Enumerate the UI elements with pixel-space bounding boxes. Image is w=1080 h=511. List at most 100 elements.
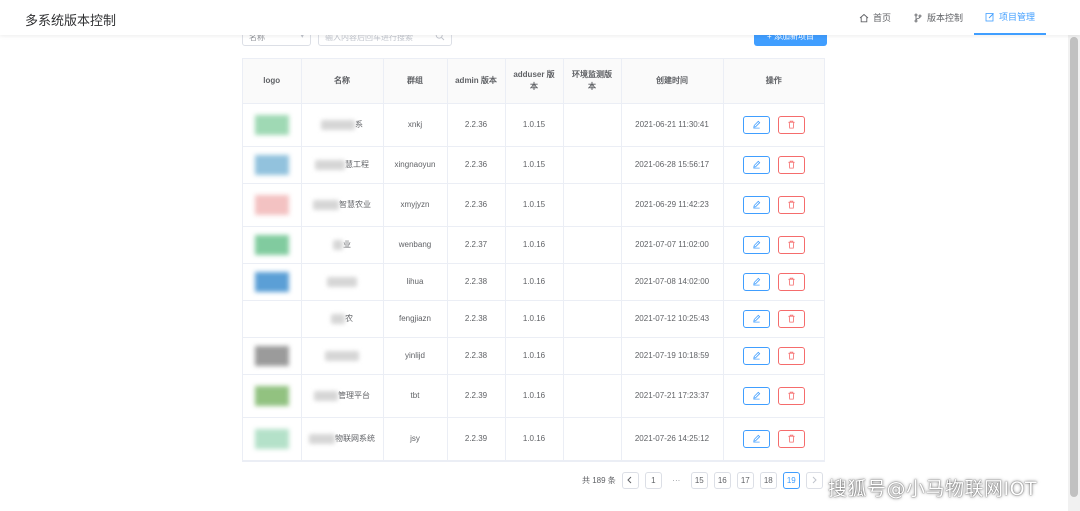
trash-icon: [788, 120, 795, 129]
column-header[interactable]: adduser 版本: [505, 59, 564, 104]
main-nav: 首页 版本控制 项目管理: [848, 0, 1046, 35]
delete-button[interactable]: [777, 386, 805, 405]
delete-button[interactable]: [777, 429, 805, 448]
table-row: 农 fengjiazn 2.2.38 1.0.16 2021-07-12 10:25:4…: [243, 300, 824, 338]
edit-icon: [752, 120, 760, 129]
edit-button[interactable]: [742, 429, 770, 448]
env-version-cell: [563, 183, 622, 227]
adduser-version-cell: 1.0.16: [505, 226, 564, 264]
env-version-cell: [563, 263, 622, 301]
adduser-version-cell: 1.0.16: [505, 263, 564, 301]
group-cell: yinlijd: [383, 337, 448, 375]
delete-button[interactable]: [777, 235, 805, 254]
redacted-name: [309, 433, 335, 444]
delete-button[interactable]: [777, 155, 805, 174]
name-cell: 业: [301, 226, 384, 264]
edit-button[interactable]: [742, 155, 770, 174]
logo-cell: [243, 103, 302, 147]
column-header[interactable]: 操作: [723, 59, 824, 104]
page-button[interactable]: 1: [644, 471, 662, 489]
project-name: 业: [343, 239, 351, 249]
logo-cell: [243, 417, 302, 461]
page-button[interactable]: 19: [782, 471, 800, 489]
table-row: 业 wenbang 2.2.37 1.0.16 2021-07-07 11:02:00: [243, 226, 824, 264]
row-actions: [728, 346, 821, 365]
adduser-version-cell: 1.0.15: [505, 183, 564, 227]
project-logo: [254, 308, 289, 329]
delete-button[interactable]: [777, 195, 805, 214]
delete-button[interactable]: [777, 272, 805, 291]
created-time-cell: 2021-07-12 10:25:43: [621, 300, 724, 338]
edit-icon: [752, 351, 760, 360]
row-actions: [728, 155, 821, 174]
column-header[interactable]: logo: [243, 59, 302, 104]
projects-table: logo 名称 群组 admin 版本 adduser 版本 环境监测版本 创建…: [242, 58, 825, 462]
env-version-cell: [563, 417, 622, 461]
group-cell: wenbang: [383, 226, 448, 264]
trash-icon: [788, 391, 795, 400]
edit-button[interactable]: [742, 346, 770, 365]
page-button[interactable]: 17: [736, 471, 754, 489]
edit-icon: [752, 314, 760, 323]
trash-icon: [788, 240, 795, 249]
adduser-version-cell: 1.0.16: [505, 417, 564, 461]
redacted-name: [315, 159, 345, 170]
env-version-cell: [563, 337, 622, 375]
delete-button[interactable]: [777, 115, 805, 134]
nav-item-home[interactable]: 首页: [848, 0, 902, 35]
delete-button[interactable]: [777, 309, 805, 328]
group-cell: xingnaoyun: [383, 146, 448, 184]
scrollbar-thumb[interactable]: [1070, 37, 1078, 497]
env-version-cell: [563, 374, 622, 418]
logo-cell: [243, 226, 302, 264]
page-ellipsis[interactable]: ···: [667, 471, 685, 489]
table-row: 智慧农业 xmyjyzn 2.2.36 1.0.15 2021-06-29 11:42:…: [243, 183, 824, 227]
edit-icon: [752, 240, 760, 249]
logo-cell: [243, 263, 302, 301]
project-logo: [254, 271, 289, 292]
next-page-button[interactable]: [805, 471, 823, 489]
edit-button[interactable]: [742, 272, 770, 291]
prev-page-button[interactable]: [621, 471, 639, 489]
created-time-cell: 2021-07-19 10:18:59: [621, 337, 724, 375]
edit-button[interactable]: [742, 195, 770, 214]
table-row: yinlijd 2.2.38 1.0.16 2021-07-19 10:18:59: [243, 337, 824, 375]
column-header[interactable]: 环境监测版本: [563, 59, 622, 104]
delete-button[interactable]: [777, 346, 805, 365]
page-button[interactable]: 18: [759, 471, 777, 489]
created-time-cell: 2021-07-07 11:02:00: [621, 226, 724, 264]
project-name: 农: [345, 313, 353, 323]
edit-button[interactable]: [742, 309, 770, 328]
column-header[interactable]: 群组: [383, 59, 448, 104]
logo-cell: [243, 183, 302, 227]
edit-button[interactable]: [742, 235, 770, 254]
nav-item-label: 首页: [872, 13, 891, 23]
actions-cell: [723, 263, 824, 301]
page-button[interactable]: 16: [713, 471, 731, 489]
project-logo: [254, 234, 289, 255]
row-actions: [728, 115, 821, 134]
created-time-cell: 2021-07-08 14:02:00: [621, 263, 724, 301]
app-title: 多系统版本控制: [25, 13, 117, 28]
edit-button[interactable]: [742, 386, 770, 405]
vertical-scrollbar[interactable]: [1068, 35, 1080, 511]
page-button[interactable]: 15: [690, 471, 708, 489]
row-actions: [728, 195, 821, 214]
project-logo: [254, 194, 289, 215]
logo-cell: [243, 300, 302, 338]
nav-item-project-management[interactable]: 项目管理: [973, 0, 1046, 35]
env-version-cell: [563, 226, 622, 264]
column-header[interactable]: 名称: [301, 59, 384, 104]
admin-version-cell: 2.2.39: [447, 374, 506, 418]
column-header[interactable]: 创建时间: [621, 59, 724, 104]
actions-cell: [723, 337, 824, 375]
created-time-cell: 2021-06-21 11:30:41: [621, 103, 724, 147]
trash-icon: [788, 277, 795, 286]
edit-button[interactable]: [742, 115, 770, 134]
nav-item-version-control[interactable]: 版本控制: [902, 0, 974, 35]
adduser-version-cell: 1.0.16: [505, 300, 564, 338]
table-row: 慧工程 xingnaoyun 2.2.36 1.0.15 2021-06-28 15:5…: [243, 146, 824, 184]
column-header[interactable]: admin 版本: [447, 59, 506, 104]
project-name: 系: [355, 119, 363, 129]
group-cell: xmyjyzn: [383, 183, 448, 227]
